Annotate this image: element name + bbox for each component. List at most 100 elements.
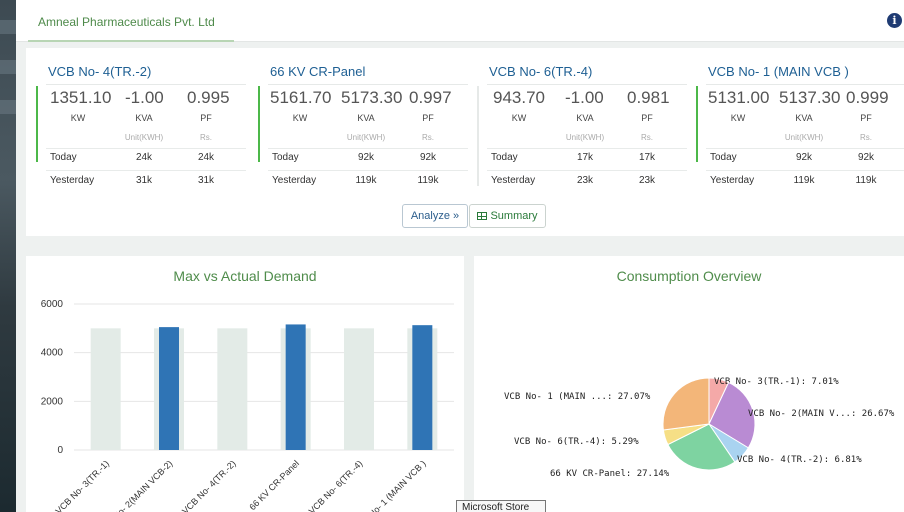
analyze-button[interactable]: Analyze »	[402, 204, 468, 228]
today-label: Today	[272, 152, 299, 163]
status-bar	[696, 86, 698, 162]
chart-title: Max vs Actual Demand	[173, 268, 317, 284]
pf-value: 0.999	[846, 88, 889, 107]
pf-value: 0.995	[187, 88, 230, 107]
kw-value: 943.70	[493, 88, 545, 107]
today-kwh: 92k	[795, 152, 813, 163]
yesterday-rs: 119k	[417, 175, 439, 186]
pie-label: 66 KV CR-Panel: 27.14%	[550, 469, 670, 479]
pf-value: 0.997	[409, 88, 452, 107]
kw-label: KW	[292, 113, 308, 123]
pf-label: PF	[200, 113, 212, 123]
kva-label: KVA	[357, 113, 375, 123]
today-kwh: 24k	[135, 152, 153, 163]
kw-label: KW	[511, 113, 527, 123]
kva-label: KVA	[795, 113, 813, 123]
pf-label: PF	[860, 113, 872, 123]
yesterday-rs: 119k	[855, 175, 877, 186]
today-rs: 24k	[197, 152, 215, 163]
bar-max[interactable]	[344, 328, 374, 450]
y-tick-label: 6000	[41, 299, 64, 310]
today-rs: 92k	[419, 152, 437, 163]
today-label: Today	[710, 152, 737, 163]
meter-title: VCB No- 1 (MAIN VCB )	[708, 64, 849, 79]
pie-chart: VCB No- 3(TR.-1): 7.01%VCB No- 2(MAIN V.…	[504, 377, 895, 479]
meter-card: 66 KV CR-Panel 5161.70 5173.30 0.997 KW …	[258, 58, 470, 190]
rs-label: Rs.	[641, 133, 653, 142]
bar-actual[interactable]	[412, 325, 433, 450]
kw-value: 5161.70	[270, 88, 332, 107]
bar-actual[interactable]	[159, 327, 179, 450]
unit-kwh-label: Unit(KWH)	[346, 133, 386, 142]
meter-title: 66 KV CR-Panel	[270, 64, 366, 79]
yesterday-label: Yesterday	[272, 175, 317, 186]
divider	[46, 84, 246, 85]
row-divider	[706, 148, 904, 149]
row-divider	[487, 170, 687, 171]
row-divider	[487, 148, 687, 149]
status-bar	[36, 86, 38, 162]
kva-value: 5137.30	[779, 88, 841, 107]
unit-kwh-label: Unit(KWH)	[565, 133, 605, 142]
bar-actual[interactable]	[285, 324, 306, 450]
meter-card: VCB No- 4(TR.-2) 1351.10 -1.00 0.995 KW …	[36, 58, 248, 190]
kva-value: 5173.30	[341, 88, 403, 107]
bar-max[interactable]	[217, 328, 248, 450]
yesterday-rs: 31k	[197, 175, 215, 186]
max-vs-actual-chart-card: Max vs Actual Demand 0 2000 4000 6000 VCB No…	[26, 256, 464, 512]
x-tick-label: VCB No- 6(TR.-4)	[307, 458, 365, 512]
pie-label: VCB No- 1 (MAIN ...: 27.07%	[504, 392, 651, 402]
x-tick-label: VCB No- 3(TR.-1)	[53, 458, 111, 512]
rs-label: Rs.	[200, 133, 212, 142]
bar-chart: 0200040006000VCB No- 3(TR.-1)VCB No- 2(M…	[41, 299, 454, 512]
divider	[487, 84, 687, 85]
consumption-overview-card: Consumption Overview VCB No- 3(TR.-1): 7…	[474, 256, 904, 512]
rs-label: Rs.	[860, 133, 872, 142]
y-tick-label: 2000	[41, 396, 64, 407]
meter-title: VCB No- 4(TR.-2)	[48, 64, 152, 79]
row-divider	[268, 148, 468, 149]
yesterday-kwh: 31k	[135, 175, 153, 186]
today-label: Today	[491, 152, 518, 163]
yesterday-label: Yesterday	[710, 175, 755, 186]
yesterday-label: Yesterday	[491, 175, 536, 186]
kva-label: KVA	[135, 113, 153, 123]
divider	[706, 84, 904, 85]
yesterday-kwh: 119k	[793, 175, 815, 186]
status-bar	[477, 86, 479, 186]
meter-card: VCB No- 6(TR.-4) 943.70 -1.00 0.981 KW K…	[477, 58, 689, 190]
pie-label: VCB No- 6(TR.-4): 5.29%	[514, 437, 639, 447]
chart-title: Consumption Overview	[616, 268, 762, 284]
today-label: Today	[50, 152, 77, 163]
today-kwh: 92k	[357, 152, 375, 163]
row-divider	[46, 170, 246, 171]
meter-card: VCB No- 1 (MAIN VCB ) 5131.00 5137.30 0.…	[696, 58, 904, 190]
unit-kwh-label: Unit(KWH)	[784, 133, 824, 142]
meter-title: VCB No- 6(TR.-4)	[489, 64, 593, 79]
yesterday-rs: 23k	[638, 175, 656, 186]
info-circle-icon[interactable]: i	[887, 13, 902, 28]
company-title: Amneal Pharmaceuticals Pvt. Ltd	[38, 15, 215, 29]
row-divider	[46, 148, 246, 149]
x-tick-label: 66 KV CR-Panel	[247, 458, 301, 512]
meters-card: VCB No- 4(TR.-2) 1351.10 -1.00 0.995 KW …	[26, 48, 904, 236]
dashboard-panel: Amneal Pharmaceuticals Pvt. Ltd i VCB No…	[16, 0, 904, 512]
kw-label: KW	[70, 113, 86, 123]
bar-max[interactable]	[90, 328, 121, 450]
rs-label: Rs.	[422, 133, 434, 142]
today-kwh: 17k	[576, 152, 594, 163]
kva-value: -1.00	[125, 88, 164, 107]
kw-value: 1351.10	[50, 88, 112, 107]
kw-value: 5131.00	[708, 88, 770, 107]
kva-label: KVA	[576, 113, 594, 123]
pie-slice[interactable]	[662, 377, 710, 431]
pie-label: VCB No- 4(TR.-2): 6.81%	[737, 455, 862, 465]
y-tick-label: 4000	[41, 348, 64, 359]
pie-label: VCB No- 2(MAIN V...: 26.67%	[748, 409, 895, 419]
summary-button[interactable]: Summary	[469, 204, 546, 228]
row-divider	[268, 170, 468, 171]
x-tick-label: VCB No- 4(TR.-2)	[180, 458, 238, 512]
page-header: Amneal Pharmaceuticals Pvt. Ltd i	[16, 0, 904, 42]
yesterday-kwh: 119k	[355, 175, 377, 186]
summary-label: Summary	[490, 210, 538, 222]
